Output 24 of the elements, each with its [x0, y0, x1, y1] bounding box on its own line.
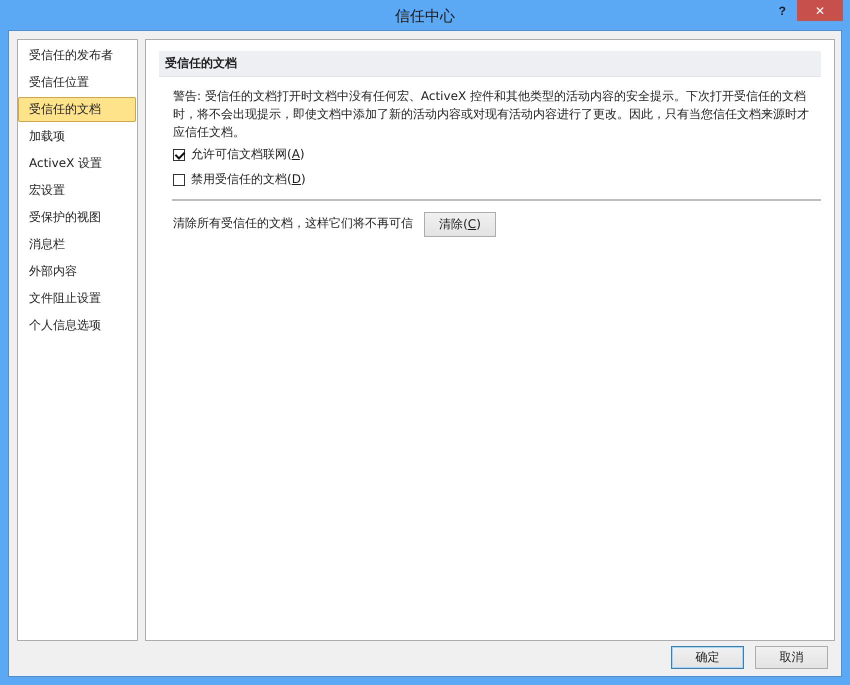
sidebar-item[interactable]: 个人信息选项	[18, 313, 136, 338]
sidebar-item[interactable]: 受信任位置	[18, 70, 136, 95]
checkbox[interactable]	[173, 148, 185, 160]
checkbox-label[interactable]: 禁用受信任的文档(D)	[191, 171, 306, 188]
sidebar-item[interactable]: 受信任的发布者	[18, 43, 136, 68]
ok-button[interactable]: 确定	[671, 646, 744, 669]
checkbox-label[interactable]: 允许可信文档联网(A)	[191, 146, 305, 163]
close-button[interactable]: ✕	[797, 0, 843, 21]
sidebar-item[interactable]: 加载项	[18, 124, 136, 149]
sidebar-item[interactable]: 外部内容	[18, 259, 136, 284]
clear-description: 清除所有受信任的文档，这样它们将不再可信	[173, 215, 413, 232]
window-title: 信任中心	[395, 6, 455, 26]
checkbox[interactable]	[173, 174, 185, 186]
sidebar-item[interactable]: 文件阻止设置	[18, 286, 136, 311]
warning-text: 警告: 受信任的文档打开时文档中没有任何宏、ActiveX 控件和其他类型的活动内容的安全提示。下次打开受信任的文档时，将不会出现提示，即使文档中添加了新的活动内容或对现有活动内容进行了更改。因此，只有当您信任文档来源时才应信任文档。	[173, 88, 810, 141]
clear-button[interactable]: 清除(C)	[424, 212, 496, 237]
sidebar-item[interactable]: 受信任的文档	[18, 97, 136, 122]
sidebar-item[interactable]: ActiveX 设置	[18, 151, 136, 176]
sidebar-item[interactable]: 消息栏	[18, 232, 136, 257]
section-heading: 受信任的文档	[159, 51, 821, 77]
sidebar-item[interactable]: 宏设置	[18, 178, 136, 203]
sidebar-item[interactable]: 受保护的视图	[18, 205, 136, 230]
help-button[interactable]: ?	[778, 4, 786, 18]
cancel-button[interactable]: 取消	[755, 646, 828, 669]
